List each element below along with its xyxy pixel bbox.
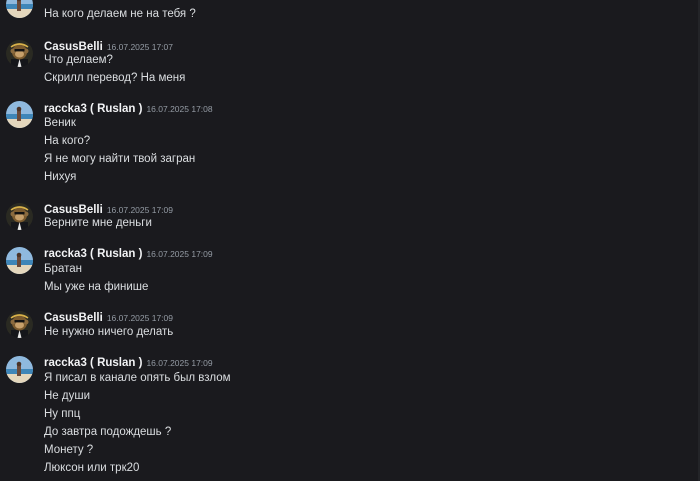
author-name[interactable]: CasusBelli bbox=[44, 312, 103, 324]
timestamp: 16.07.2025 17:07 bbox=[106, 42, 173, 52]
monkey-avatar-icon bbox=[6, 40, 33, 67]
timestamp: 16.07.2025 17:09 bbox=[146, 358, 213, 368]
message-text: Я писал в канале опять был взлом bbox=[44, 372, 231, 384]
message-header: CasusBelli 16.07.2025 17:09 bbox=[44, 202, 173, 216]
beach-photo-icon bbox=[6, 356, 33, 383]
author-name[interactable]: CasusBelli bbox=[44, 204, 103, 216]
avatar-raccka3[interactable] bbox=[6, 101, 33, 128]
message-text: Ну ппц bbox=[44, 408, 81, 420]
timestamp: 16.07.2025 17:09 bbox=[106, 205, 173, 215]
author-name[interactable]: raccka3 ( Ruslan ) bbox=[44, 103, 142, 115]
message-header: raccka3 ( Ruslan ) 16.07.2025 17:09 bbox=[44, 246, 213, 260]
message-header: CasusBelli 16.07.2025 17:07 bbox=[44, 39, 173, 53]
message-text: На кого делаем не на тебя ? bbox=[44, 8, 196, 20]
message-text: Братан bbox=[44, 263, 82, 275]
beach-photo-icon bbox=[6, 101, 33, 128]
message-text: Я не могу найти твой загран bbox=[44, 153, 196, 165]
author-name[interactable]: CasusBelli bbox=[44, 41, 103, 53]
message-header: CasusBelli 16.07.2025 17:09 bbox=[44, 310, 173, 324]
timestamp: 16.07.2025 17:08 bbox=[146, 104, 213, 114]
author-name[interactable]: raccka3 ( Ruslan ) bbox=[44, 357, 142, 369]
avatar-casusbelli[interactable] bbox=[6, 311, 33, 338]
beach-photo-icon bbox=[6, 0, 33, 18]
message-text: Верните мне деньги bbox=[44, 217, 152, 229]
message-text: Люксон или трк20 bbox=[44, 462, 140, 474]
monkey-avatar-icon bbox=[6, 311, 33, 338]
message-text: На кого? bbox=[44, 135, 91, 147]
avatar-casusbelli[interactable] bbox=[6, 40, 33, 67]
message-text: До завтра подождешь ? bbox=[44, 426, 172, 438]
author-name[interactable]: raccka3 ( Ruslan ) bbox=[44, 248, 142, 260]
avatar-raccka3[interactable] bbox=[6, 0, 33, 18]
message-text: Скрилл перевод? На меня bbox=[44, 72, 186, 84]
avatar-casusbelli[interactable] bbox=[6, 203, 33, 230]
avatar-raccka3[interactable] bbox=[6, 247, 33, 274]
beach-photo-icon bbox=[6, 247, 33, 274]
message-text: Мы уже на финише bbox=[44, 281, 149, 293]
message-text: Нихуя bbox=[44, 171, 77, 183]
message-header: raccka3 ( Ruslan ) 16.07.2025 17:09 bbox=[44, 355, 213, 369]
message-text: Веник bbox=[44, 117, 76, 129]
message-text: Не души bbox=[44, 390, 91, 402]
timestamp: 16.07.2025 17:09 bbox=[106, 313, 173, 323]
timestamp: 16.07.2025 17:09 bbox=[146, 249, 213, 259]
message-text: Монету ? bbox=[44, 444, 94, 456]
chat-message-list: На кого делаем не на тебя ? CasusBelli 16… bbox=[0, 0, 700, 481]
monkey-avatar-icon bbox=[6, 203, 33, 230]
avatar-raccka3[interactable] bbox=[6, 356, 33, 383]
message-text: Не нужно ничего делать bbox=[44, 326, 174, 338]
message-text: Что делаем? bbox=[44, 54, 113, 66]
message-header: raccka3 ( Ruslan ) 16.07.2025 17:08 bbox=[44, 101, 213, 115]
